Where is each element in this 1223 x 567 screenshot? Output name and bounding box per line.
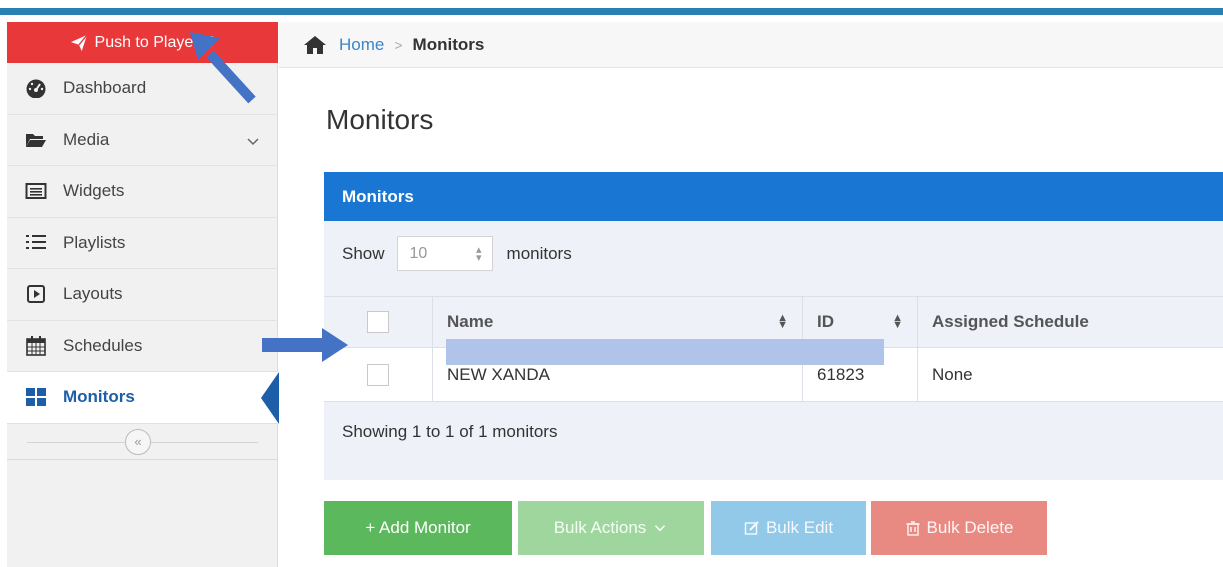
play-square-icon bbox=[24, 283, 48, 305]
breadcrumb-current: Monitors bbox=[412, 34, 485, 54]
double-chevron-left-icon: « bbox=[134, 434, 142, 449]
panel-title: Monitors bbox=[342, 186, 414, 206]
numbered-list-icon bbox=[24, 232, 48, 254]
pagination-info: Showing 1 to 1 of 1 monitors bbox=[342, 422, 558, 441]
column-header-assigned-schedule[interactable]: Assigned Schedule bbox=[918, 297, 1223, 347]
sidebar-item-label: Monitors bbox=[63, 387, 135, 407]
breadcrumb-home-link[interactable]: Home bbox=[339, 35, 384, 55]
panel-header: Monitors bbox=[324, 172, 1223, 221]
home-icon[interactable] bbox=[303, 35, 327, 55]
select-arrows-icon: ▴ ▾ bbox=[476, 243, 482, 264]
sidebar-item-label: Playlists bbox=[63, 232, 126, 252]
sort-icon: ▲ ▼ bbox=[777, 312, 788, 331]
collapse-sidebar-button[interactable]: « bbox=[125, 428, 151, 455]
unit-label: monitors bbox=[506, 243, 572, 263]
chevron-down-icon bbox=[655, 525, 666, 532]
page-size-control: Show 10 ▴ ▾ monitors bbox=[342, 236, 572, 271]
top-accent-bar bbox=[0, 8, 1223, 15]
sidebar-item-playlists[interactable]: Playlists bbox=[7, 218, 278, 269]
sidebar-nav: Dashboard Media Widgets Playlists Layout… bbox=[7, 63, 279, 460]
paper-plane-icon bbox=[70, 33, 88, 51]
page-size-select[interactable]: 10 ▴ ▾ bbox=[396, 236, 493, 271]
show-label: Show bbox=[342, 243, 385, 263]
push-button-label: Push to Players? bbox=[94, 33, 216, 51]
sidebar-item-label: Media bbox=[63, 129, 110, 149]
monitors-panel: Monitors Show 10 ▴ ▾ monitors Name ▲ ▼ ID … bbox=[324, 172, 1223, 480]
widget-window-icon bbox=[24, 180, 48, 202]
grid-tiles-icon bbox=[24, 386, 48, 408]
active-indicator bbox=[261, 372, 279, 424]
page-size-value: 10 bbox=[409, 244, 428, 262]
sidebar-item-label: Schedules bbox=[63, 335, 143, 355]
bulk-delete-label: Bulk Delete bbox=[926, 518, 1014, 537]
bulk-delete-button[interactable]: Bulk Delete bbox=[871, 501, 1047, 555]
sidebar-item-layouts[interactable]: Layouts bbox=[7, 269, 278, 321]
select-all-cell bbox=[324, 297, 433, 347]
bulk-actions-button[interactable]: Bulk Actions bbox=[518, 501, 704, 555]
sidebar-collapse-row: « bbox=[7, 424, 278, 460]
sidebar-item-media[interactable]: Media bbox=[7, 115, 278, 166]
folder-open-icon bbox=[24, 129, 48, 151]
sort-icon: ▲ ▼ bbox=[892, 312, 903, 331]
sidebar-item-dashboard[interactable]: Dashboard bbox=[7, 63, 278, 115]
breadcrumb: Home > Monitors bbox=[279, 22, 1223, 68]
dashboard-gauge-icon bbox=[24, 77, 48, 99]
monitor-schedule: None bbox=[932, 364, 973, 384]
bulk-actions-label: Bulk Actions bbox=[553, 518, 647, 537]
push-to-players-button[interactable]: Push to Players? bbox=[7, 22, 278, 63]
redaction-bar bbox=[446, 339, 884, 365]
page-title: Monitors bbox=[326, 104, 434, 135]
trash-icon bbox=[906, 521, 920, 536]
row-checkbox[interactable] bbox=[367, 363, 389, 386]
chevron-down-icon[interactable] bbox=[246, 134, 260, 148]
sidebar-item-schedules[interactable]: Schedules bbox=[7, 321, 278, 372]
sidebar-item-widgets[interactable]: Widgets bbox=[7, 166, 278, 218]
add-monitor-button[interactable]: + Add Monitor bbox=[324, 501, 512, 555]
sidebar-item-label: Dashboard bbox=[63, 78, 147, 98]
sidebar: Push to Players? Dashboard Media Widgets bbox=[7, 22, 279, 567]
calendar-icon bbox=[24, 335, 48, 357]
sidebar-item-label: Layouts bbox=[63, 284, 123, 304]
sidebar-item-monitors[interactable]: Monitors bbox=[7, 372, 279, 424]
select-all-checkbox[interactable] bbox=[367, 311, 389, 333]
edit-pencil-icon bbox=[744, 521, 759, 535]
sidebar-item-label: Widgets bbox=[63, 181, 125, 201]
breadcrumb-separator: > bbox=[394, 36, 403, 53]
row-select-cell bbox=[324, 348, 433, 401]
add-monitor-label: + Add Monitor bbox=[365, 518, 471, 537]
bulk-edit-label: Bulk Edit bbox=[765, 518, 834, 537]
bulk-edit-button[interactable]: Bulk Edit bbox=[711, 501, 866, 555]
